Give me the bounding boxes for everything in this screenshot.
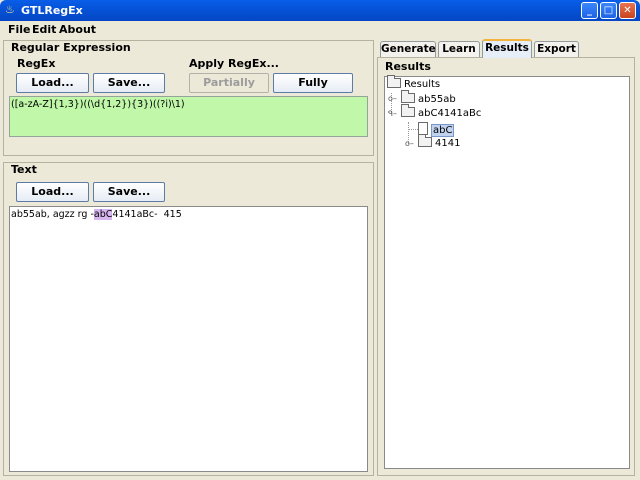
text-after-match: 4141aBc- 415: [112, 209, 182, 220]
text-before-match: ab55ab, agzz rg -: [11, 209, 94, 220]
tree-line: [408, 129, 418, 130]
tab-generate[interactable]: Generate: [380, 41, 436, 57]
tree-node-label: abC4141aBc: [418, 108, 482, 119]
tree-node-abc4141abc[interactable]: abC4141aBc: [401, 104, 482, 121]
window-controls: _ □ ✕: [581, 2, 636, 19]
text-panel-title: Text: [11, 163, 37, 176]
folder-icon: [387, 75, 401, 88]
title-bar: ♨ GTLRegEx _ □ ✕: [0, 0, 640, 21]
results-tree[interactable]: Results o– ab55ab ᑫ– abC4141aBc abC o– 4…: [384, 75, 630, 469]
folder-icon: [401, 90, 415, 103]
regex-label: RegEx: [17, 57, 56, 70]
regex-panel-title: Regular Expression: [11, 41, 131, 54]
text-load-button[interactable]: Load...: [16, 182, 89, 202]
tree-node-label: 4141: [435, 138, 461, 149]
close-button[interactable]: ✕: [619, 2, 636, 19]
tree-node-root[interactable]: Results: [387, 75, 441, 92]
tab-results[interactable]: Results: [482, 39, 532, 58]
coffee-cup-icon: ♨: [5, 3, 15, 16]
tree-node-4141[interactable]: 4141: [418, 134, 461, 151]
expanded-handle-icon[interactable]: ᑫ–: [388, 109, 397, 118]
text-match-highlight: abC: [93, 209, 113, 220]
tree-node-ab55ab[interactable]: ab55ab: [401, 90, 456, 107]
regex-save-button[interactable]: Save...: [93, 73, 165, 93]
collapsed-handle-icon[interactable]: o–: [388, 94, 397, 103]
folder-icon: [401, 104, 415, 117]
apply-regex-label: Apply RegEx...: [189, 57, 279, 70]
tree-node-label: ab55ab: [418, 94, 456, 105]
menu-file[interactable]: File: [8, 23, 31, 36]
apply-partially-button[interactable]: Partially: [189, 73, 269, 93]
tab-export[interactable]: Export: [534, 41, 579, 57]
menu-edit[interactable]: Edit: [32, 23, 56, 36]
window-title: GTLRegEx: [21, 4, 83, 17]
menu-bar: File Edit About: [0, 21, 640, 38]
tab-learn[interactable]: Learn: [438, 41, 480, 57]
maximize-button[interactable]: □: [600, 2, 617, 19]
minimize-button[interactable]: _: [581, 2, 598, 19]
regex-input[interactable]: ([a-zA-Z]{1,3})((\d{1,2}){3})((?i)\1): [9, 96, 368, 137]
tree-node-label-selected: abC: [431, 124, 455, 137]
collapsed-handle-icon[interactable]: o–: [405, 139, 414, 148]
apply-fully-button[interactable]: Fully: [273, 73, 353, 93]
text-input[interactable]: ab55ab, agzz rg -abC4141aBc- 415: [9, 206, 368, 472]
tree-node-label: Results: [404, 79, 441, 90]
folder-icon: [418, 134, 432, 147]
menu-about[interactable]: About: [59, 23, 96, 36]
regex-load-button[interactable]: Load...: [16, 73, 89, 93]
results-group-title: Results: [385, 60, 431, 73]
text-save-button[interactable]: Save...: [93, 182, 165, 202]
